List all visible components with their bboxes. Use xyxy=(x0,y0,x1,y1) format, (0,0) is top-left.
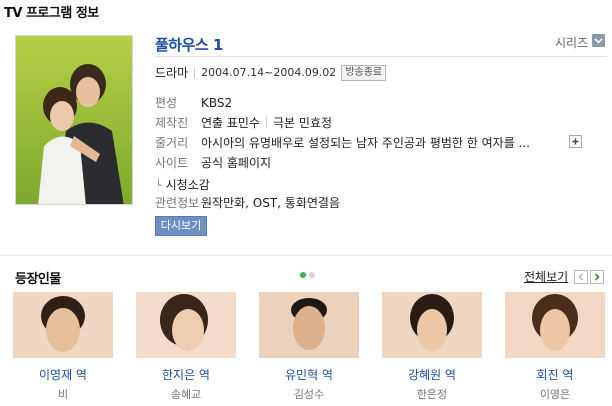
show-meta: 드라마 2004.07.14~2004.09.02 방송종료 xyxy=(155,64,387,81)
cast-role[interactable]: 회진 역 xyxy=(505,366,605,383)
cast-actor: 송혜교 xyxy=(170,388,202,401)
cast-actor: 비 xyxy=(57,388,69,401)
info-row-site: 사이트 공식 홈페이지 xyxy=(155,154,271,171)
cast-section-title: 등장인물 xyxy=(15,272,61,287)
chevron-left-icon[interactable] xyxy=(574,270,588,284)
cast-card[interactable]: 이영재 역 비 xyxy=(13,292,113,402)
cast-actor: 이영은 xyxy=(539,388,571,401)
info-row-related: 관련정보 원작만화, OST, 통화연결음 xyxy=(155,194,340,211)
series-link[interactable]: 시리즈 xyxy=(555,34,588,51)
carousel-pager xyxy=(300,272,315,278)
cast-photo[interactable] xyxy=(259,292,359,358)
info-row-synopsis: 줄거리 아시아의 유명배우로 설정되는 남자 주인공과 평범한 한 여자를 ..… xyxy=(155,134,530,151)
cast-role[interactable]: 이영재 역 xyxy=(13,366,113,383)
cast-actor: 김성수 xyxy=(293,388,325,401)
cast-role[interactable]: 유민혁 역 xyxy=(259,366,359,383)
pager-dot[interactable] xyxy=(309,272,315,278)
cast-actor: 한은정 xyxy=(416,388,448,401)
view-all-link[interactable]: 전체보기 xyxy=(524,268,568,285)
chevron-right-icon[interactable] xyxy=(590,270,604,284)
synopsis-text: 아시아의 유명배우로 설정되는 남자 주인공과 평범한 한 여자를 ... xyxy=(201,136,531,150)
review-link[interactable]: └ 시청소감 xyxy=(155,176,210,193)
cast-card[interactable]: 회진 역 이영은 xyxy=(505,292,605,402)
plus-icon[interactable] xyxy=(569,135,582,148)
drama-poster[interactable] xyxy=(15,35,133,205)
writer-link[interactable]: 극본 민효정 xyxy=(273,114,332,131)
cast-role[interactable]: 한지은 역 xyxy=(136,366,236,383)
cast-photo[interactable] xyxy=(13,292,113,358)
cast-card[interactable]: 유민혁 역 김성수 xyxy=(259,292,359,402)
show-title[interactable]: 풀하우스 1 xyxy=(155,34,223,55)
pager-dot-active[interactable] xyxy=(300,272,306,278)
info-label: 관련정보 xyxy=(155,196,200,210)
cast-photo[interactable] xyxy=(505,292,605,358)
info-label: 줄거리 xyxy=(155,136,189,150)
section-divider xyxy=(0,255,612,256)
info-label: 편성 xyxy=(155,96,178,110)
corner-arrow-icon: └ xyxy=(155,179,162,192)
title-divider xyxy=(155,56,607,57)
info-label: 제작진 xyxy=(155,116,189,130)
info-row-channel: 편성 KBS2 xyxy=(155,94,232,111)
replay-button[interactable]: 다시보기 xyxy=(155,216,207,236)
cast-photo[interactable] xyxy=(382,292,482,358)
info-label: 사이트 xyxy=(155,156,189,170)
info-value: KBS2 xyxy=(201,95,233,110)
cast-role[interactable]: 강혜원 역 xyxy=(382,366,482,383)
page-header-title: TV 프로그램 정보 xyxy=(4,6,99,21)
info-row-staff: 제작진 연출 표민수 극본 민효정 xyxy=(155,114,332,131)
meta-divider xyxy=(194,67,196,78)
cast-photo[interactable] xyxy=(136,292,236,358)
official-site-link[interactable]: 공식 홈페이지 xyxy=(201,154,271,171)
status-badge: 방송종료 xyxy=(341,64,387,81)
related-links[interactable]: 원작만화, OST, 통화연결음 xyxy=(201,194,340,211)
review-link-label[interactable]: 시청소감 xyxy=(166,178,210,192)
staff-divider xyxy=(266,117,268,128)
chevron-down-icon[interactable] xyxy=(592,34,605,47)
director-link[interactable]: 연출 표민수 xyxy=(201,114,260,131)
air-dates: 2004.07.14~2004.09.02 xyxy=(201,66,337,79)
genre-label: 드라마 xyxy=(155,66,189,80)
cast-card[interactable]: 강혜원 역 한은정 xyxy=(382,292,482,402)
cast-card[interactable]: 한지은 역 송혜교 xyxy=(136,292,236,402)
